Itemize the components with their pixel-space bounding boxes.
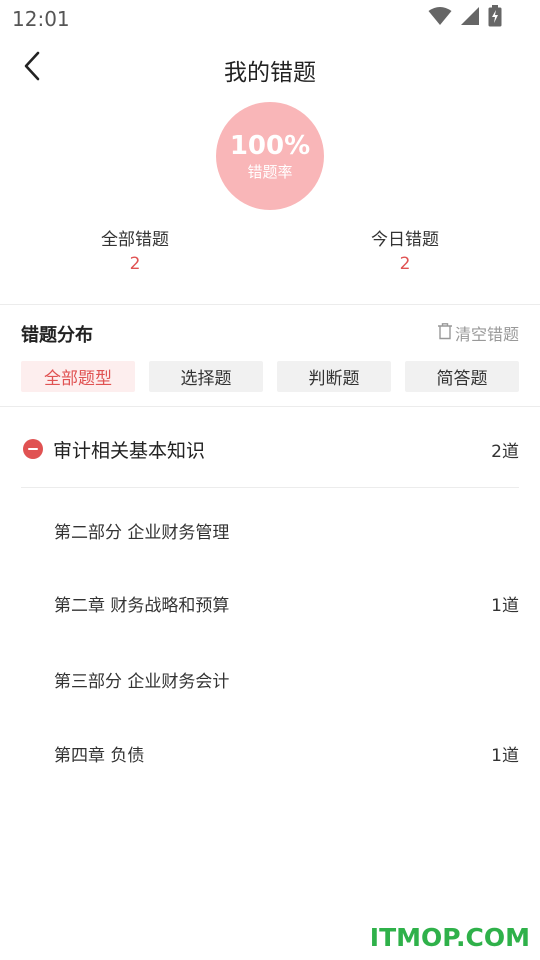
divider bbox=[0, 406, 540, 407]
group-label: 审计相关基本知识 bbox=[53, 439, 206, 462]
list-item[interactable]: 第三部分 企业财务会计 bbox=[54, 663, 519, 695]
clear-errors-label: 清空错题 bbox=[454, 325, 519, 344]
group-count: 2道 bbox=[491, 441, 519, 462]
error-rate-label: 错题率 bbox=[247, 162, 293, 181]
clear-errors-button[interactable]: 清空错题 bbox=[437, 321, 519, 345]
nav-bar: 我的错题 bbox=[0, 40, 540, 96]
filter-tab-short-answer[interactable]: 简答题 bbox=[405, 361, 519, 392]
list-item-label: 第二章 财务战略和预算 bbox=[54, 595, 230, 616]
list-item-count: 1道 bbox=[491, 595, 519, 616]
page-title: 我的错题 bbox=[224, 60, 316, 86]
filter-tab-truefalse[interactable]: 判断题 bbox=[277, 361, 391, 392]
today-errors-label: 今日错题 bbox=[371, 230, 439, 250]
error-rate-value: 100% bbox=[229, 130, 311, 161]
list-item[interactable]: 第四章 负债 1道 bbox=[54, 737, 519, 769]
trash-icon bbox=[437, 322, 453, 344]
section-title: 错题分布 bbox=[21, 325, 93, 346]
list-item[interactable]: 第二章 财务战略和预算 1道 bbox=[54, 587, 519, 619]
status-time: 12:01 bbox=[12, 7, 70, 31]
status-bar: 12:01 bbox=[0, 0, 540, 36]
error-rate-circle: 100% 错题率 bbox=[216, 102, 324, 210]
filter-tabs: 全部题型 选择题 判断题 简答题 bbox=[21, 361, 519, 392]
list-item-label: 第三部分 企业财务会计 bbox=[54, 671, 230, 692]
group-header[interactable]: 审计相关基本知识 2道 bbox=[21, 432, 519, 466]
all-errors-label: 全部错题 bbox=[101, 230, 169, 250]
list-item-label: 第四章 负债 bbox=[54, 745, 145, 766]
today-errors-value: 2 bbox=[399, 254, 411, 274]
list-item[interactable]: 第二部分 企业财务管理 bbox=[54, 514, 519, 546]
all-errors-value: 2 bbox=[129, 254, 141, 274]
status-icons bbox=[428, 5, 502, 31]
filter-tab-choice[interactable]: 选择题 bbox=[149, 361, 263, 392]
battery-icon bbox=[488, 5, 502, 31]
divider bbox=[21, 487, 519, 488]
divider bbox=[0, 304, 540, 305]
cell-signal-icon bbox=[460, 6, 480, 30]
collapse-minus-icon[interactable] bbox=[23, 439, 43, 459]
list-item-count: 1道 bbox=[491, 745, 519, 766]
filter-tab-all[interactable]: 全部题型 bbox=[21, 361, 135, 392]
wifi-icon bbox=[428, 6, 452, 30]
list-item-label: 第二部分 企业财务管理 bbox=[54, 522, 230, 543]
watermark: ITMOP.COM bbox=[369, 923, 530, 952]
today-errors-stat: 今日错题 2 bbox=[305, 228, 505, 276]
all-errors-stat: 全部错题 2 bbox=[35, 228, 235, 276]
